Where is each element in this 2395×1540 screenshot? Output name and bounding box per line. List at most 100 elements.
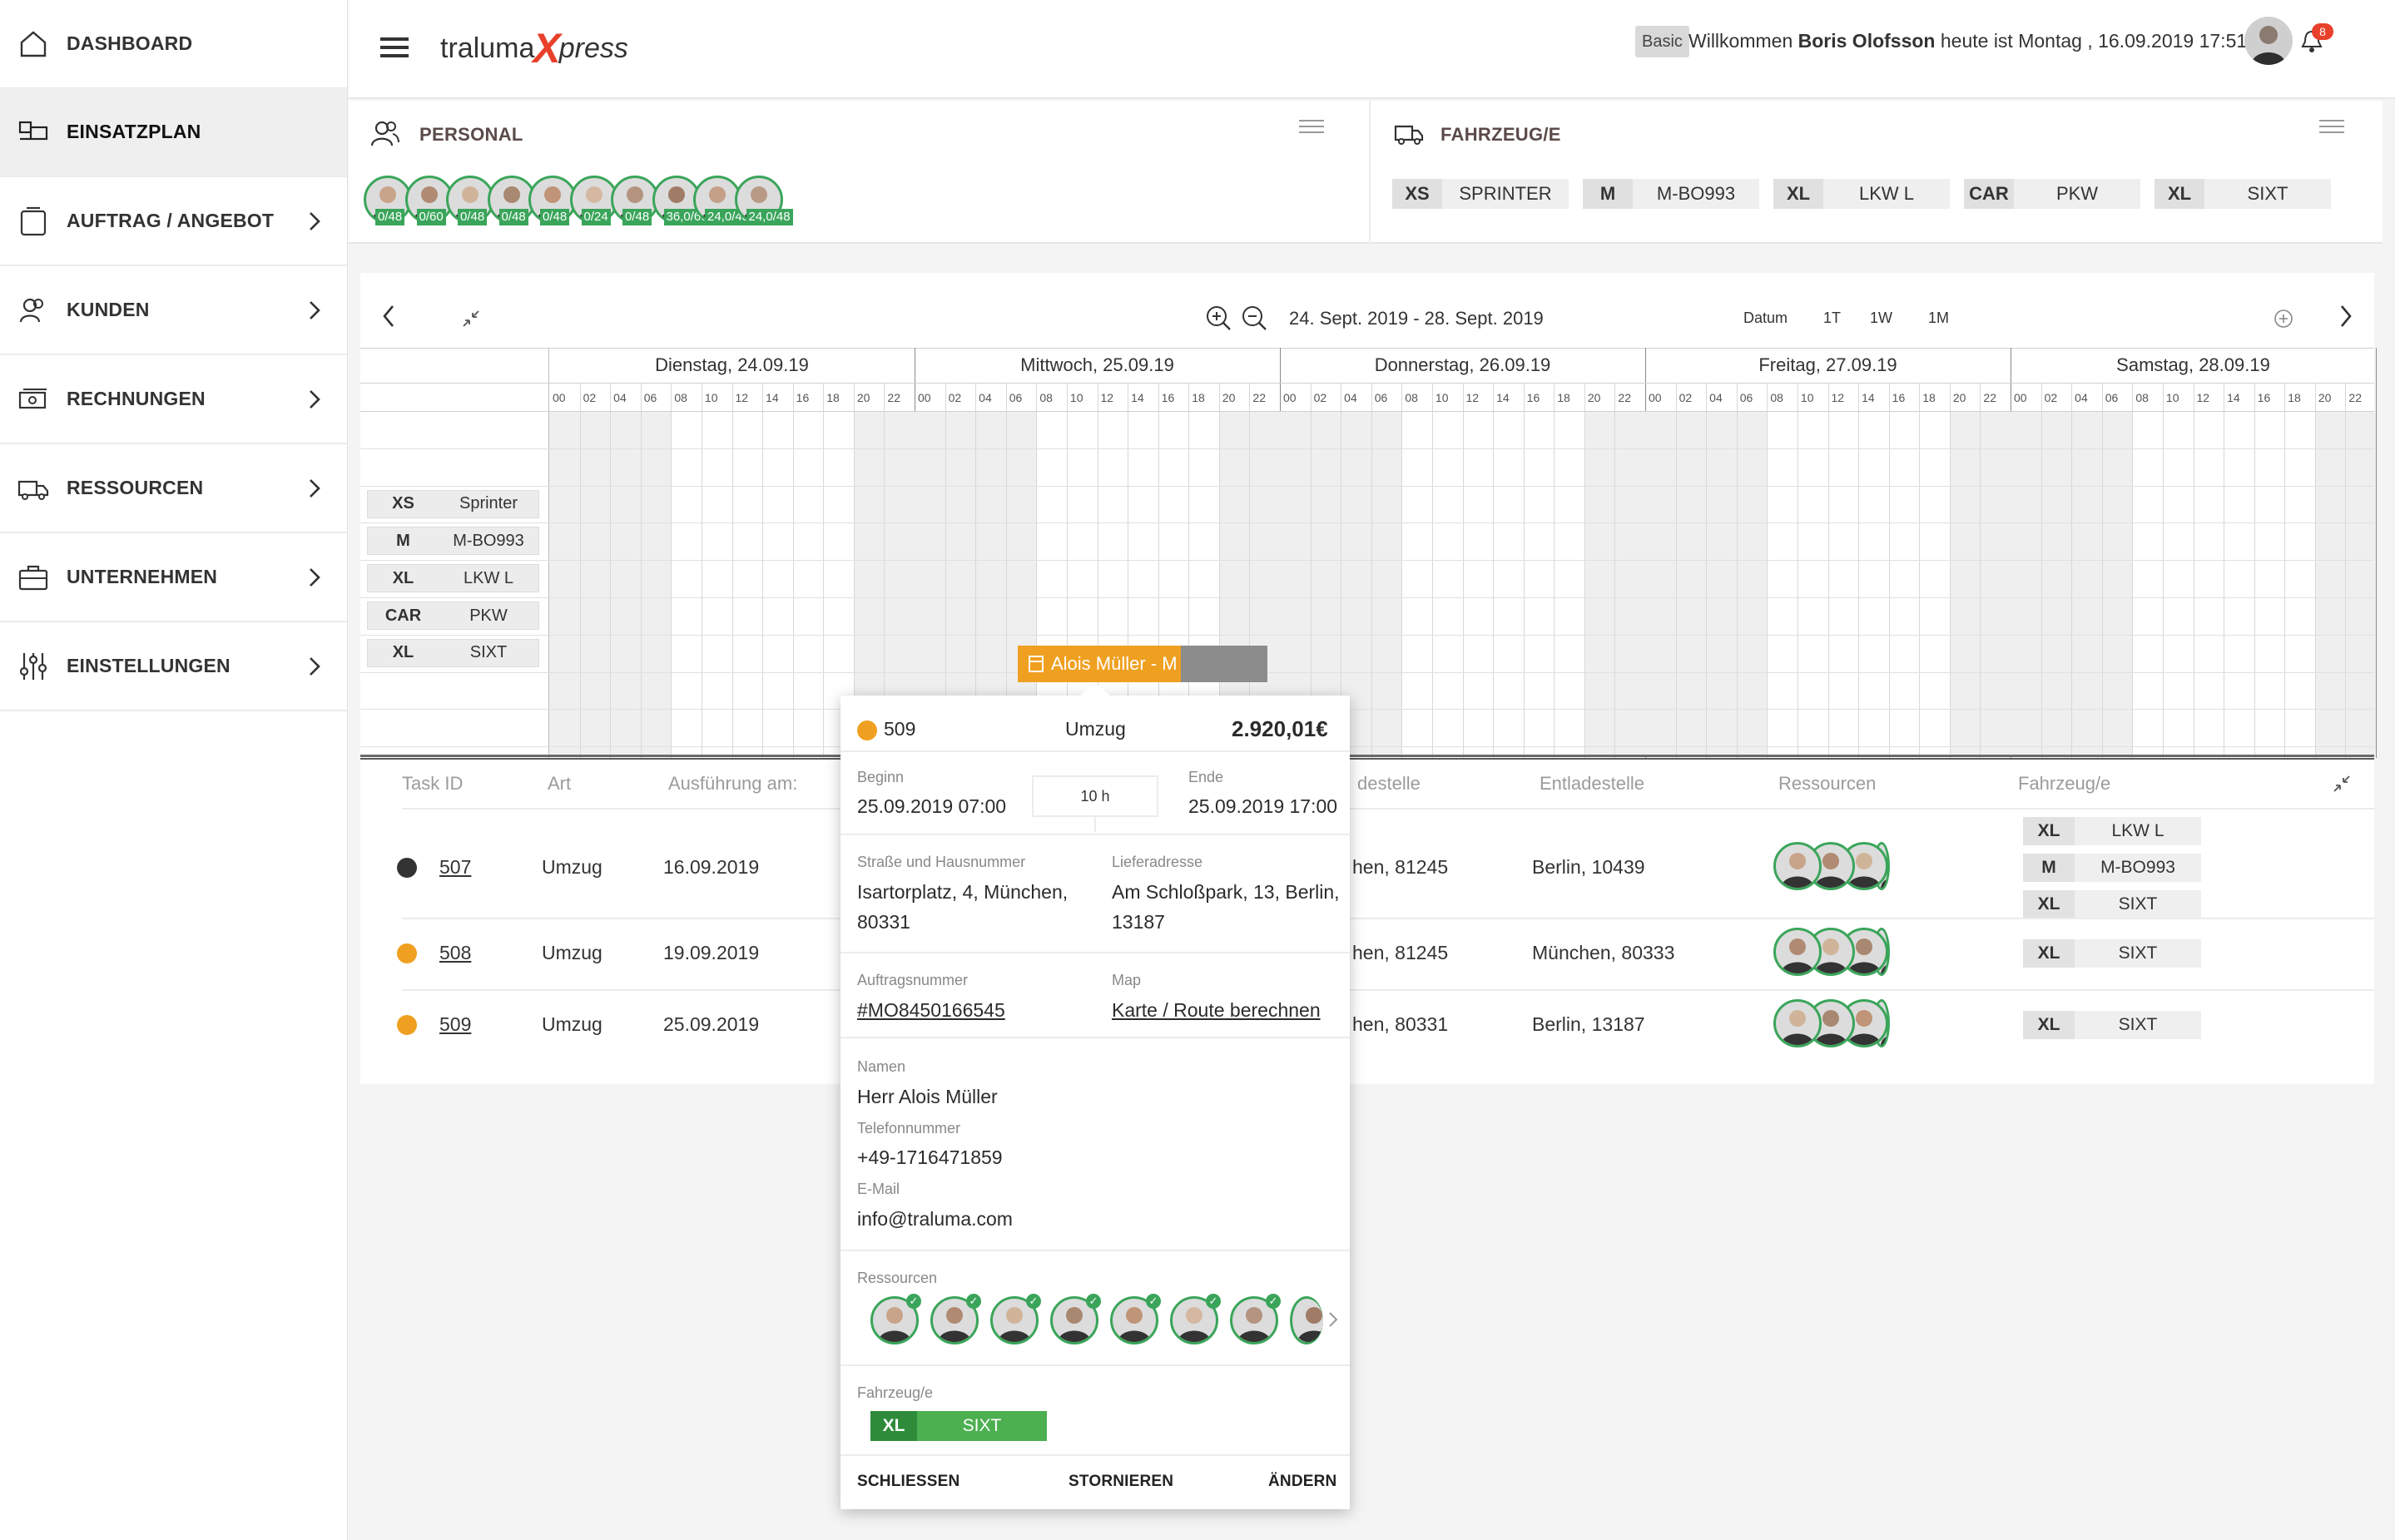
vehicle-chip[interactable]: XL SIXT bbox=[2023, 890, 2201, 919]
hour-label: 12 bbox=[1831, 391, 1845, 404]
hour-line bbox=[1675, 383, 1677, 758]
vehicle-chip[interactable]: M M-BO993 bbox=[1583, 179, 1759, 209]
hour-label: 08 bbox=[1405, 391, 1418, 404]
zoom-out-icon[interactable] bbox=[1241, 305, 1267, 331]
logo-text-a: traluma bbox=[440, 32, 535, 64]
calendar-row-vehicle[interactable]: XL LKW L bbox=[367, 564, 539, 593]
vehicle-chip[interactable]: XL SIXT bbox=[2023, 939, 2201, 968]
sidebar-item-einsatzplan[interactable]: EINSATZPLAN bbox=[0, 88, 347, 177]
calendar-row-vehicle[interactable]: XL SIXT bbox=[367, 638, 539, 667]
row-line bbox=[360, 634, 2374, 636]
resource-avatar[interactable] bbox=[1773, 928, 1822, 976]
vehicle-chip[interactable]: XL SIXT bbox=[2023, 1011, 2201, 1039]
duration-tick bbox=[1094, 817, 1096, 832]
collapse-icon[interactable] bbox=[462, 309, 480, 328]
sidebar-item-einstellungen[interactable]: EINSTELLUNGEN bbox=[0, 622, 347, 711]
hour-label: 02 bbox=[583, 391, 597, 404]
sidebar-item-dashboard[interactable]: DASHBOARD bbox=[0, 0, 347, 89]
resource-avatar[interactable] bbox=[1773, 842, 1822, 890]
task-detail-popup: 509 Umzug 2.920,01€ Beginn 25.09.2019 07… bbox=[840, 682, 1350, 1509]
task-id-link[interactable]: 509 bbox=[439, 1013, 471, 1036]
vehicle-chip[interactable]: XL LKW L bbox=[1773, 179, 1950, 209]
notification-count: 8 bbox=[2312, 23, 2333, 40]
hour-line bbox=[1736, 383, 1738, 758]
assigned-resource-avatar[interactable]: ✓ bbox=[870, 1294, 921, 1344]
hour-label: 22 bbox=[887, 391, 900, 404]
vehicle-chip[interactable]: CAR PKW bbox=[1964, 179, 2140, 209]
vehicle-class: XL bbox=[2023, 817, 2075, 845]
vehicle-chip[interactable]: XL LKW L bbox=[2023, 817, 2201, 845]
hour-line bbox=[1431, 383, 1433, 758]
map-label: Map bbox=[1112, 972, 1142, 988]
calendar-row-vehicle[interactable]: CAR PKW bbox=[367, 602, 539, 630]
sidebar-item-auftrag[interactable]: AUFTRAG / ANGEBOT bbox=[0, 177, 347, 266]
vehicle-chip[interactable]: XS SPRINTER bbox=[1392, 179, 1569, 209]
hour-label: 10 bbox=[704, 391, 718, 404]
close-button[interactable]: SCHLIESSEN bbox=[857, 1473, 959, 1491]
people-icon bbox=[370, 121, 399, 146]
assigned-resource-avatar[interactable]: ✓ bbox=[990, 1294, 1041, 1344]
vehicle-chip[interactable]: XL SIXT bbox=[2155, 179, 2331, 209]
night-shade bbox=[610, 411, 641, 755]
vehicle-name: M-BO993 bbox=[1656, 183, 1736, 204]
end-value: 25.09.2019 17:00 bbox=[1188, 795, 1338, 817]
view-1t-button[interactable]: 1T bbox=[1823, 309, 1841, 327]
staff-hours-badge: 24,0/48 bbox=[746, 209, 793, 225]
zoom-in-icon[interactable] bbox=[1205, 305, 1232, 331]
task-id-link[interactable]: 507 bbox=[439, 856, 471, 879]
view-1m-button[interactable]: 1M bbox=[1928, 309, 1949, 327]
calendar-event[interactable]: Alois Müller - M bbox=[1018, 646, 1181, 682]
hour-line bbox=[2254, 383, 2255, 758]
calendar-row-vehicle[interactable]: M M-BO993 bbox=[367, 527, 539, 556]
order-number-label: Auftragsnummer bbox=[857, 972, 969, 988]
task-id-link[interactable]: 508 bbox=[439, 942, 471, 964]
popup-divider bbox=[840, 1454, 1350, 1456]
home-icon bbox=[20, 30, 47, 57]
email-label: E-Mail bbox=[857, 1181, 900, 1197]
popup-divider bbox=[840, 1364, 1350, 1366]
customers-icon bbox=[19, 298, 43, 322]
calendar-row-vehicle[interactable]: XS Sprinter bbox=[367, 489, 539, 518]
assigned-resource-avatar[interactable]: ✓ bbox=[1110, 1294, 1161, 1344]
resource-avatar[interactable] bbox=[1773, 999, 1822, 1047]
name-label: Namen bbox=[857, 1058, 906, 1075]
hour-label: 08 bbox=[2135, 391, 2149, 404]
chevron-left-icon[interactable] bbox=[382, 305, 395, 328]
sidebar-item-unternehmen[interactable]: UNTERNEHMEN bbox=[0, 533, 347, 622]
col-header-task-id: Task ID bbox=[402, 773, 464, 794]
assigned-resource-avatar[interactable]: ✓ bbox=[1230, 1294, 1281, 1344]
edit-button[interactable]: ÄNDERN bbox=[1268, 1473, 1336, 1491]
hour-label: 04 bbox=[613, 391, 627, 404]
hour-line bbox=[2284, 383, 2286, 758]
hamburger-menu-icon[interactable] bbox=[380, 37, 409, 58]
order-number-link[interactable]: #MO8450166545 bbox=[857, 999, 1005, 1022]
add-circle-icon[interactable] bbox=[2273, 308, 2294, 329]
chevron-right-icon[interactable] bbox=[1328, 1311, 1338, 1328]
sidebar-item-kunden[interactable]: KUNDEN bbox=[0, 266, 347, 355]
sidebar-item-ressourcen[interactable]: RESSOURCEN bbox=[0, 444, 347, 533]
calendar-event-label: Alois Müller - M bbox=[1051, 653, 1178, 674]
list-menu-icon[interactable] bbox=[1299, 119, 1324, 134]
user-avatar[interactable] bbox=[2244, 17, 2293, 65]
collapse-icon[interactable] bbox=[2333, 775, 2351, 793]
resources-label: Ressourcen bbox=[857, 1270, 938, 1286]
cancel-order-button[interactable]: STORNIEREN bbox=[1069, 1473, 1173, 1491]
avatar-clip bbox=[1292, 1299, 1323, 1342]
vehicle-class: M bbox=[1583, 179, 1633, 209]
hour-label: 10 bbox=[2165, 391, 2179, 404]
assigned-resource-avatar[interactable]: ✓ bbox=[1170, 1294, 1221, 1344]
assigned-resource-avatar[interactable] bbox=[1290, 1296, 1323, 1344]
chevron-right-icon bbox=[310, 478, 320, 498]
assigned-resource-avatar[interactable]: ✓ bbox=[1050, 1294, 1101, 1344]
assigned-resource-avatar[interactable]: ✓ bbox=[930, 1294, 981, 1344]
chevron-right-icon[interactable] bbox=[2339, 305, 2353, 328]
hour-label: 00 bbox=[553, 391, 566, 404]
vehicle-chip[interactable]: M M-BO993 bbox=[2023, 854, 2201, 882]
hour-line bbox=[762, 383, 764, 758]
route-link[interactable]: Karte / Route berechnen bbox=[1112, 999, 1321, 1022]
view-date-button[interactable]: Datum bbox=[1743, 309, 1788, 327]
view-1w-button[interactable]: 1W bbox=[1870, 309, 1892, 327]
hour-label: 12 bbox=[735, 391, 749, 404]
list-menu-icon[interactable] bbox=[2319, 119, 2344, 134]
sidebar-item-rechnungen[interactable]: RECHNUNGEN bbox=[0, 355, 347, 444]
